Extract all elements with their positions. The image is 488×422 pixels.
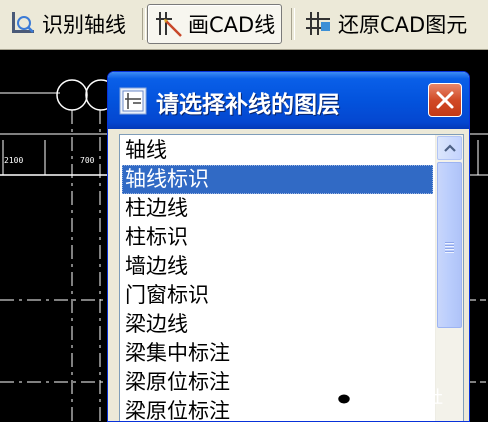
- scroll-up-button[interactable]: [437, 136, 462, 160]
- restore-cad-entity-button[interactable]: 还原CAD图元: [298, 4, 473, 44]
- list-item[interactable]: 轴线: [122, 136, 433, 165]
- list-item[interactable]: 柱边线: [122, 194, 433, 223]
- identify-axis-label: 识别轴线: [42, 13, 126, 37]
- identify-axis-button[interactable]: 识别轴线: [2, 4, 132, 44]
- list-item-selected[interactable]: 轴线标识: [122, 165, 433, 194]
- wechat-icon: [330, 386, 352, 405]
- axis-detect-icon: [12, 12, 34, 33]
- dimension-label: 700: [80, 156, 95, 165]
- chevron-up-icon: [443, 144, 456, 152]
- list-item[interactable]: 梁集中标注: [122, 339, 433, 368]
- restore-entity-icon: [306, 12, 330, 35]
- close-icon: [436, 91, 454, 109]
- scroll-thumb[interactable]: [437, 162, 462, 328]
- draw-cad-line-label: 画CAD线: [188, 13, 276, 37]
- layer-listbox[interactable]: 轴线 轴线标识 柱边线 柱标识 墙边线 门窗标识 梁边线 梁集中标注 梁原位标注…: [119, 134, 464, 421]
- watermark-text: 石材研习社: [358, 388, 443, 408]
- toolbar-separator: [142, 8, 146, 40]
- dimension-label: 2100: [4, 156, 23, 165]
- close-button[interactable]: [428, 83, 462, 117]
- window-app-icon: [119, 87, 147, 115]
- restore-cad-entity-label: 还原CAD图元: [338, 13, 468, 37]
- dialog-titlebar[interactable]: 请选择补线的图层: [108, 72, 469, 129]
- draw-line-icon: [156, 12, 182, 37]
- toolbar-separator: [291, 8, 295, 40]
- list-item[interactable]: 柱标识: [122, 223, 433, 252]
- list-item[interactable]: 梁边线: [122, 310, 433, 339]
- watermark: 石材研习社: [330, 383, 443, 408]
- vertical-scrollbar[interactable]: [435, 135, 463, 421]
- draw-cad-line-button[interactable]: 画CAD线: [147, 4, 282, 44]
- select-layer-dialog: 请选择补线的图层 轴线 轴线标识 柱边线 柱标识 墙边线 门窗标识 梁边线 梁集…: [107, 71, 470, 422]
- toolbar: 识别轴线 画CAD线 还原CAD图元: [0, 0, 488, 50]
- list-item[interactable]: 门窗标识: [122, 281, 433, 310]
- list-item[interactable]: 墙边线: [122, 252, 433, 281]
- dialog-title: 请选择补线的图层: [156, 92, 340, 118]
